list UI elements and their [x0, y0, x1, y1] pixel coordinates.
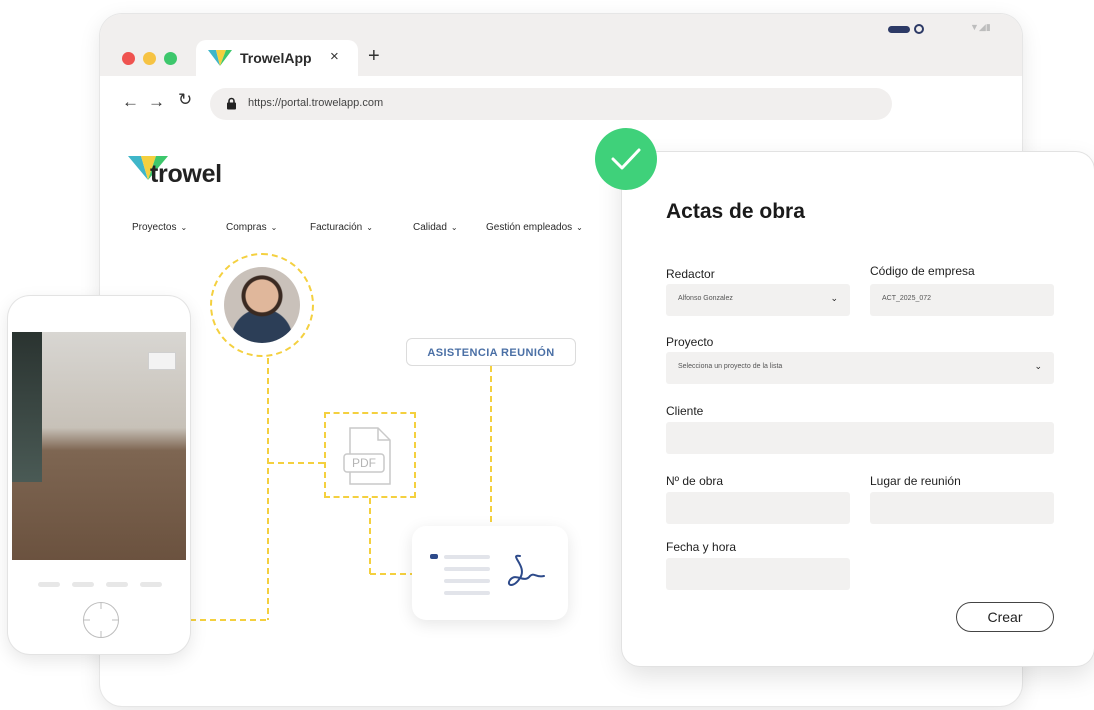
- crear-button[interactable]: Crear: [956, 602, 1054, 632]
- fecha-label: Fecha y hora: [666, 540, 737, 554]
- chevron-down-icon: ⌄: [450, 223, 458, 232]
- window-close-dot[interactable]: [122, 52, 135, 65]
- browser-tab[interactable]: TrowelApp ×: [196, 40, 358, 76]
- chevron-down-icon: ⌄: [366, 223, 373, 232]
- form-title: Actas de obra: [666, 200, 805, 223]
- chevron-down-icon: ⌄: [270, 223, 278, 232]
- redactor-select[interactable]: Alfonso Gonzalez ⌄: [666, 284, 850, 316]
- proyecto-select[interactable]: Selecciona un proyecto de la lista ⌄: [666, 352, 1054, 384]
- menu-item-calidad[interactable]: Calidad ⌄: [413, 222, 458, 233]
- window-minimize-dot[interactable]: [143, 52, 156, 65]
- camera-shutter-button[interactable]: [83, 602, 119, 638]
- tab-title: TrowelApp: [240, 50, 312, 66]
- nobra-field[interactable]: [666, 492, 850, 524]
- reload-icon[interactable]: ↻: [178, 90, 192, 110]
- chevron-down-icon: ⌄: [1034, 361, 1042, 371]
- forward-icon[interactable]: →: [148, 92, 165, 112]
- back-icon[interactable]: ←: [122, 92, 139, 112]
- avatar: [224, 267, 300, 343]
- trowel-logo-icon: [206, 48, 234, 73]
- photo-window: [12, 332, 42, 482]
- cliente-field[interactable]: [666, 422, 1054, 454]
- crosshair-icon: [84, 603, 118, 637]
- signature-document-icon: [430, 554, 545, 595]
- codigo-value: ACT_2025_072: [882, 295, 932, 302]
- actas-form-panel: Actas de obra Redactor Alfonso Gonzalez …: [622, 152, 1094, 666]
- codigo-field[interactable]: ACT_2025_072: [870, 284, 1054, 316]
- chevron-down-icon: ⌄: [180, 223, 188, 232]
- fecha-field[interactable]: [666, 558, 850, 590]
- address-bar: ← → ↻ https://portal.trowelapp.com: [100, 76, 1022, 128]
- signature-card: [412, 526, 568, 620]
- phone-mockup: [8, 296, 190, 654]
- url-text: https://portal.trowelapp.com: [248, 97, 384, 109]
- lock-icon: [226, 97, 237, 115]
- new-tab-button[interactable]: +: [368, 45, 380, 68]
- menu-item-facturacion[interactable]: Facturación ⌄: [310, 222, 373, 233]
- url-input[interactable]: https://portal.trowelapp.com: [210, 88, 892, 120]
- device-ring-icon: [914, 24, 924, 34]
- page-indicator: [72, 582, 94, 587]
- redactor-value: Alfonso Gonzalez: [678, 295, 733, 302]
- signal-icon: ▼◢▮: [970, 22, 991, 32]
- cliente-label: Cliente: [666, 404, 704, 418]
- menu-item-proyectos[interactable]: Proyectos ⌄: [132, 222, 187, 233]
- nobra-label: Nº de obra: [666, 474, 724, 488]
- site-photo: [12, 332, 186, 560]
- redactor-label: Redactor: [666, 267, 715, 281]
- chevron-down-icon: ⌄: [830, 293, 838, 303]
- brand-name: trowel: [150, 160, 222, 188]
- photo-radiator: [148, 352, 176, 370]
- proyecto-placeholder: Selecciona un proyecto de la lista: [678, 363, 783, 370]
- lugar-field[interactable]: [870, 492, 1054, 524]
- page-indicator: [140, 582, 162, 587]
- menu-item-gestion-empleados[interactable]: Gestión empleados ⌄: [486, 222, 583, 233]
- page-indicator: [106, 582, 128, 587]
- pdf-frame: PDF: [324, 412, 416, 498]
- tab-close-icon[interactable]: ×: [330, 48, 339, 65]
- proyecto-label: Proyecto: [666, 335, 714, 349]
- page-indicator: [38, 582, 60, 587]
- device-pill-icon: [888, 26, 910, 33]
- pdf-label: PDF: [352, 456, 376, 470]
- menu-item-compras[interactable]: Compras ⌄: [226, 222, 277, 233]
- success-check-icon: [595, 128, 657, 190]
- pdf-file-icon: [343, 427, 391, 485]
- codigo-label: Código de empresa: [870, 264, 975, 278]
- meeting-attendance-badge: ASISTENCIA REUNIÓN: [406, 338, 576, 366]
- window-maximize-dot[interactable]: [164, 52, 177, 65]
- chevron-down-icon: ⌄: [576, 223, 583, 232]
- lugar-label: Lugar de reunión: [870, 474, 961, 488]
- browser-tab-bar: TrowelApp × + ▼◢▮: [100, 14, 1022, 76]
